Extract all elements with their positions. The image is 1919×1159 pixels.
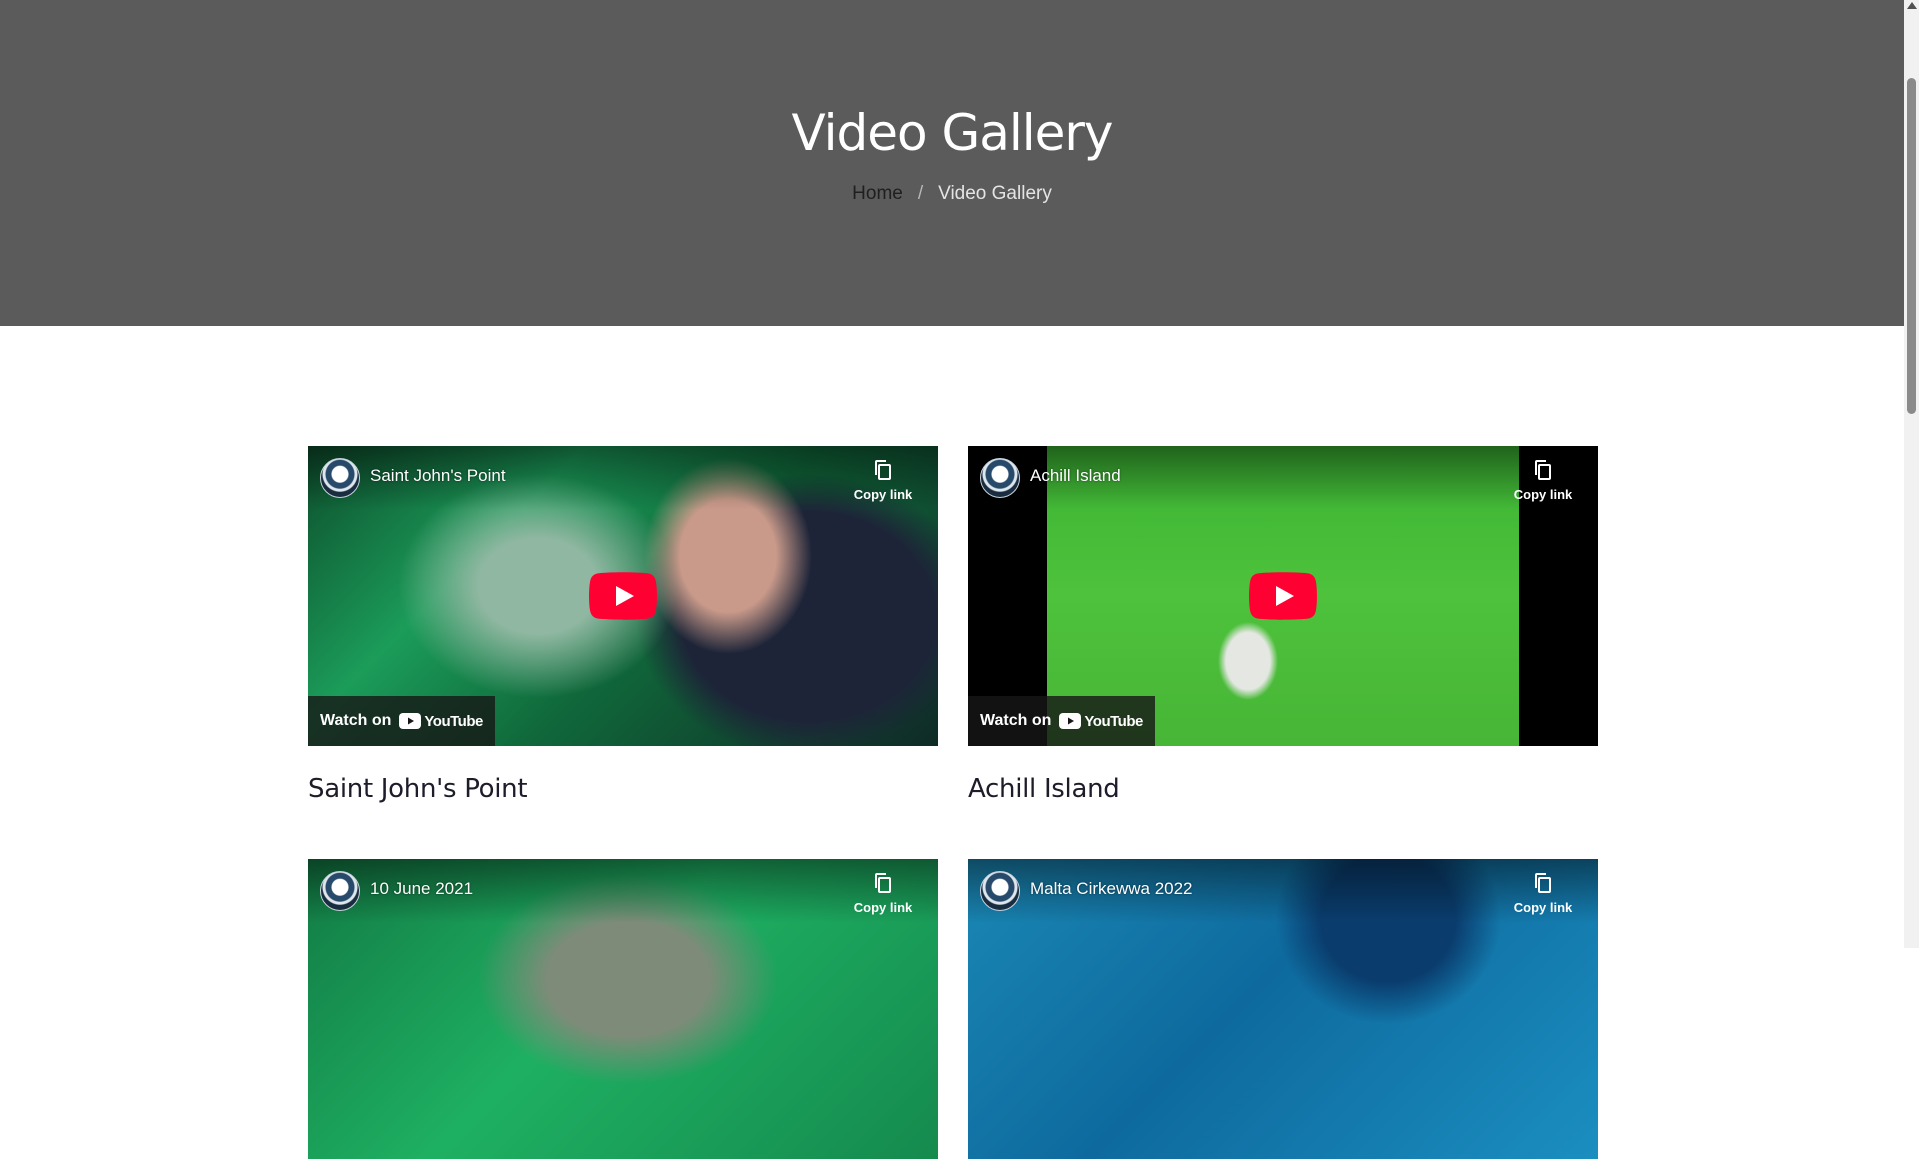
copy-link-button[interactable]: Copy link [848,872,918,915]
breadcrumb-home-link[interactable]: Home [852,183,903,205]
copy-icon [1535,873,1551,893]
video-embed[interactable]: Achill Island Copy link Watch on YouTube [968,446,1598,746]
watch-on-label: Watch on [320,712,392,729]
breadcrumb-separator: / [917,183,924,204]
video-overlay-title[interactable]: Malta Cirkewwa 2022 [1030,879,1193,899]
youtube-play-icon[interactable] [1249,572,1317,620]
copy-link-label: Copy link [853,487,913,502]
video-title: Saint John's Point [308,774,528,804]
watch-on-youtube-button[interactable]: Watch on YouTube [308,696,495,746]
copy-link-button[interactable]: Copy link [848,459,918,502]
video-card: Malta Cirkewwa 2022 Copy link [968,859,1598,1159]
scroll-up-arrow-icon[interactable] [1907,2,1917,9]
youtube-wordmark: YouTube [1084,712,1143,730]
copy-icon [875,873,891,893]
video-embed[interactable]: Malta Cirkewwa 2022 Copy link [968,859,1598,1159]
copy-link-label: Copy link [853,900,913,915]
scrollbar-thumb[interactable] [1907,78,1916,414]
video-overlay-title[interactable]: Achill Island [1030,466,1121,486]
video-card: 10 June 2021 Copy link [308,859,938,1159]
page-header: Video Gallery Home / Video Gallery [0,0,1904,326]
youtube-play-icon[interactable] [589,572,657,620]
channel-avatar[interactable] [980,458,1020,498]
copy-link-label: Copy link [1513,487,1573,502]
video-embed[interactable]: Saint John's Point Copy link Watch on Yo… [308,446,938,746]
video-title: Achill Island [968,774,1120,804]
copy-icon [875,460,891,480]
breadcrumb-current: Video Gallery [938,183,1052,204]
copy-link-button[interactable]: Copy link [1508,872,1578,915]
video-embed[interactable]: 10 June 2021 Copy link [308,859,938,1159]
channel-avatar[interactable] [320,458,360,498]
video-card: Saint John's Point Copy link Watch on Yo… [308,446,938,804]
watch-on-label: Watch on [980,712,1052,729]
copy-link-button[interactable]: Copy link [1508,459,1578,502]
video-overlay-title[interactable]: Saint John's Point [370,466,506,486]
youtube-wordmark: YouTube [424,712,483,730]
video-overlay-title[interactable]: 10 June 2021 [370,879,473,899]
youtube-logo-icon: YouTube [1059,712,1143,730]
copy-icon [1535,460,1551,480]
video-card: Achill Island Copy link Watch on YouTube… [968,446,1598,804]
copy-link-label: Copy link [1513,900,1573,915]
page-title: Video Gallery [791,104,1113,162]
breadcrumb: Home / Video Gallery [0,183,1904,205]
page-scrollbar[interactable] [1904,0,1919,948]
watch-on-youtube-button[interactable]: Watch on YouTube [968,696,1155,746]
channel-avatar[interactable] [320,871,360,911]
channel-avatar[interactable] [980,871,1020,911]
youtube-logo-icon: YouTube [399,712,483,730]
